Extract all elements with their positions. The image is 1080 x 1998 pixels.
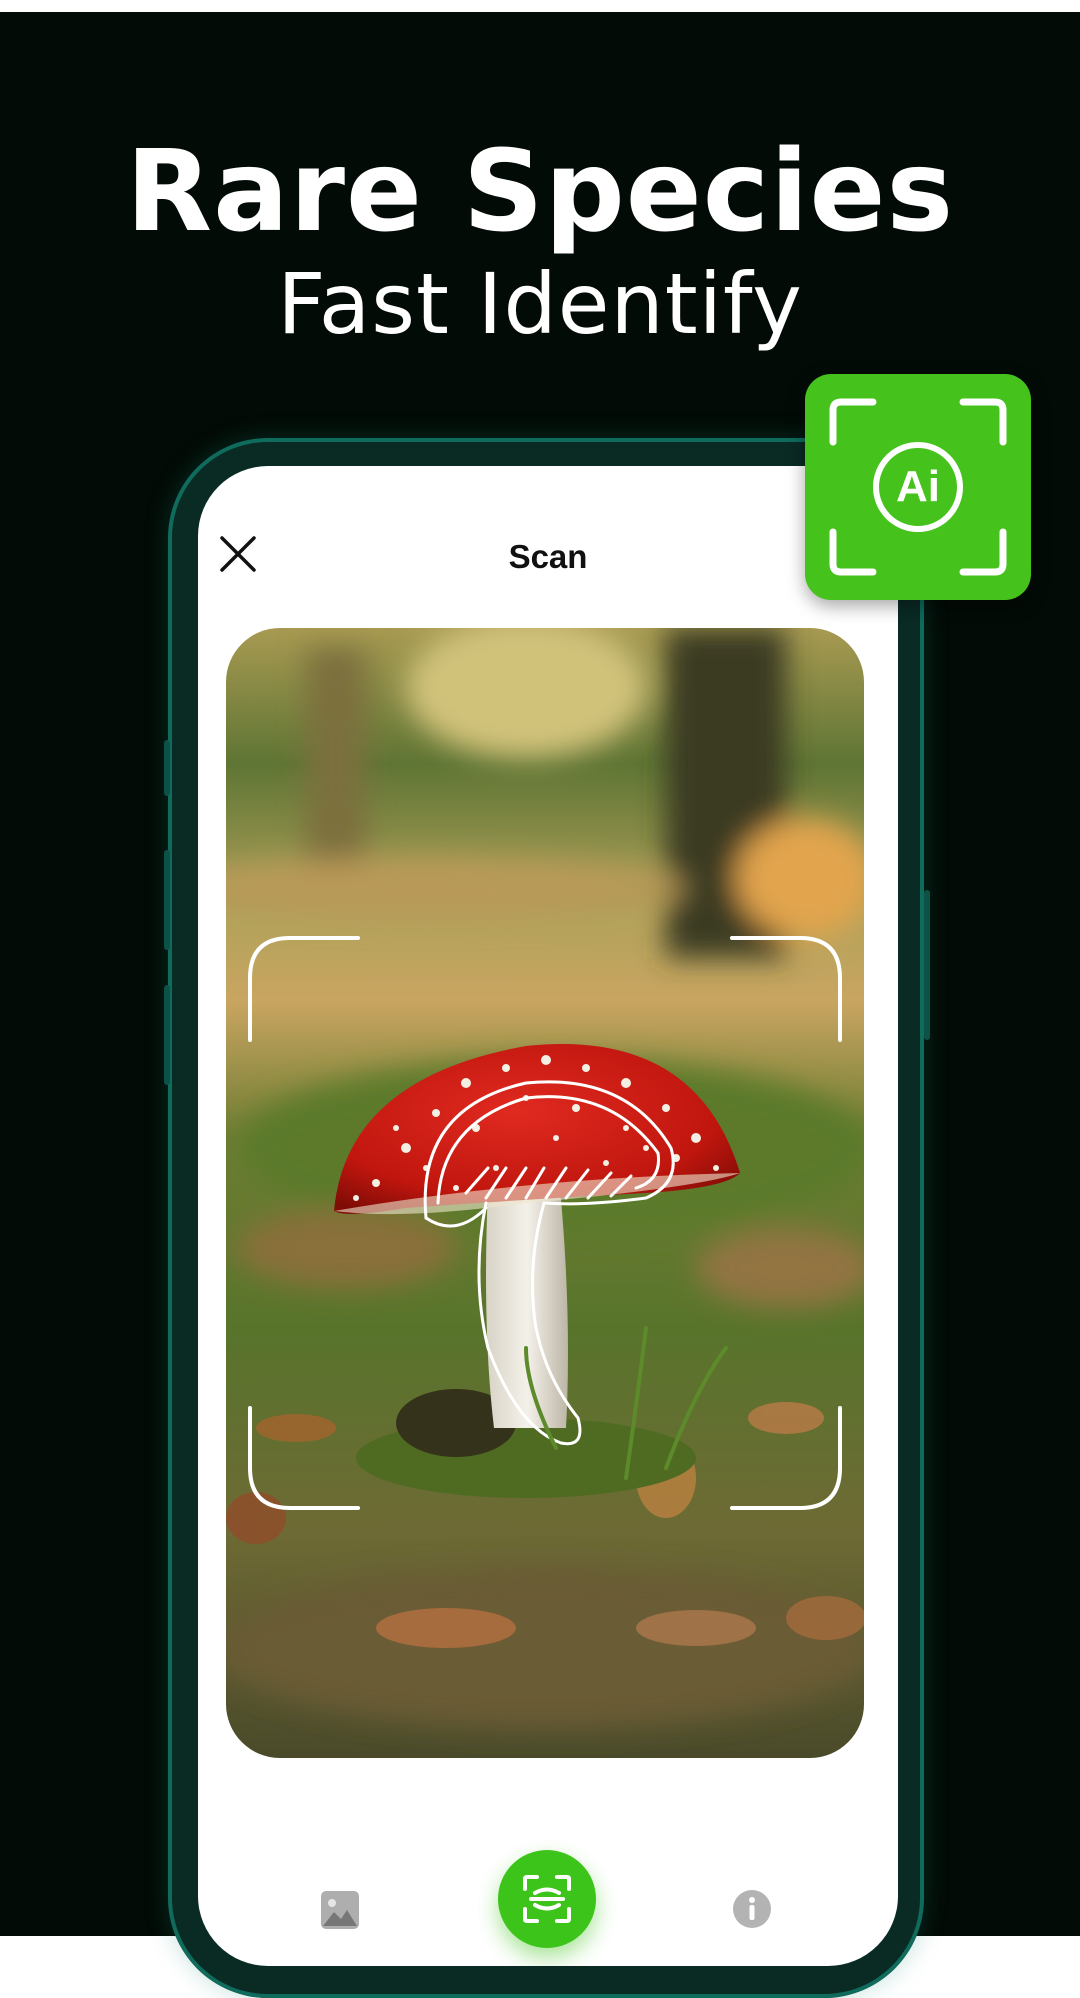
headline-subtitle: Fast Identify xyxy=(277,255,803,353)
screen-title: Scan xyxy=(508,538,588,575)
gallery-icon xyxy=(321,1891,359,1929)
scan-screen: Scan xyxy=(198,466,898,1966)
info-button[interactable] xyxy=(732,1889,772,1929)
info-icon xyxy=(733,1890,771,1928)
ai-label: Ai xyxy=(896,462,940,511)
scan-button[interactable] xyxy=(498,1850,596,1948)
phone-side-button xyxy=(164,850,170,950)
mushroom-photo xyxy=(226,628,864,1758)
phone-side-button xyxy=(164,740,170,796)
scan-preview-photo xyxy=(226,628,864,1758)
ai-badge: Ai xyxy=(805,374,1031,600)
scan-icon xyxy=(523,1875,571,1923)
phone-side-button xyxy=(164,985,170,1085)
headline-title: Rare Species xyxy=(125,127,955,257)
bottom-toolbar xyxy=(198,1766,898,1966)
phone-power-button xyxy=(924,890,930,1040)
gallery-button[interactable] xyxy=(320,1890,360,1930)
